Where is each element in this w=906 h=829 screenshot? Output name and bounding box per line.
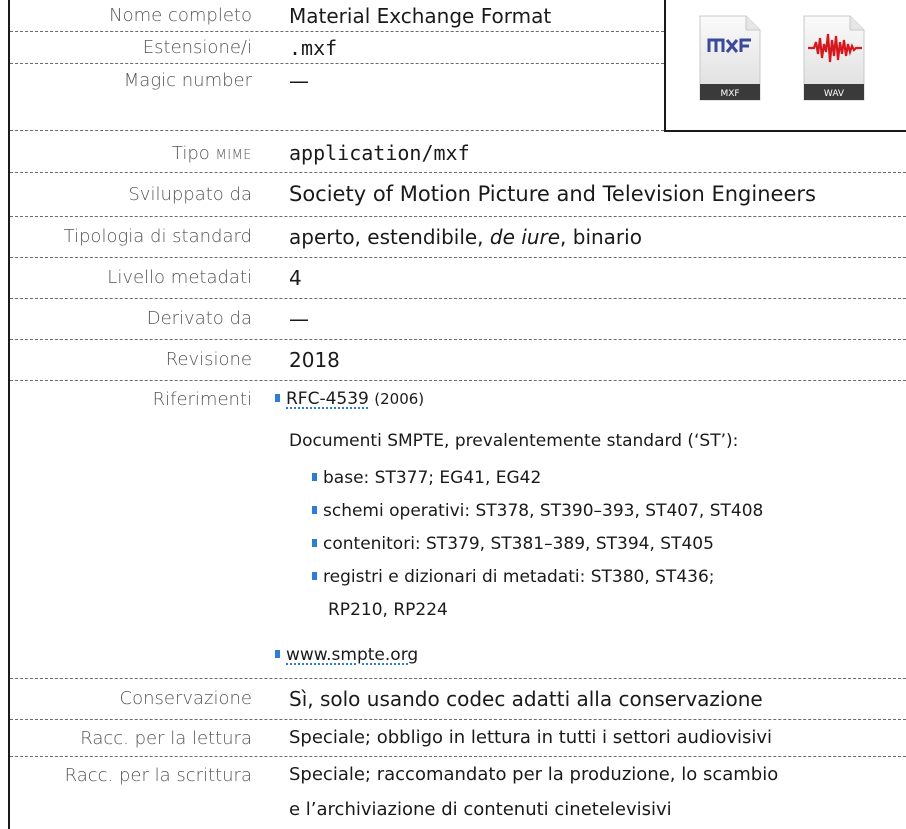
- row-sviluppato-da: Sviluppato da Society of Motion Picture …: [10, 173, 906, 217]
- row-racc-lettura: Racc. per la lettura Speciale; obbligo i…: [10, 720, 906, 757]
- row-nome-completo: Nome completo Material Exchange Format: [10, 0, 664, 32]
- row-magic-number: Magic number —: [10, 64, 664, 128]
- format-icons-box: MXF WAV: [664, 0, 906, 132]
- ref-item-registri: registri e dizionari di metadati: ST380,…: [312, 567, 715, 587]
- row-tipologia: Tipologia di standard aperto, estendibil…: [10, 217, 906, 258]
- ref-item-schemi: schemi operativi: ST378, ST390–393, ST40…: [312, 501, 763, 521]
- ref-item-contenitori: contenitori: ST379, ST381–389, ST394, ST…: [312, 534, 714, 554]
- value-magic-number: —: [289, 69, 309, 93]
- mxf-file-icon: MXF: [699, 15, 761, 101]
- ref-item-base: base: ST377; EG41, EG42: [312, 468, 541, 488]
- value-livello-metadati: 4: [289, 266, 302, 290]
- label-tipo-mime: Tipo MIME: [171, 143, 252, 164]
- value-racc-scrittura-1: Speciale; raccomandato per la produzione…: [289, 764, 779, 785]
- row-racc-scrittura: Racc. per la scrittura Speciale; raccoma…: [10, 757, 906, 829]
- label-derivato-da: Derivato da: [146, 308, 252, 329]
- label-livello-metadati: Livello metadati: [107, 267, 252, 288]
- bullet-icon: [312, 506, 317, 514]
- bullet-icon: [275, 394, 280, 402]
- svg-text:MXF: MXF: [720, 89, 739, 99]
- row-derivato-da: Derivato da —: [10, 299, 906, 340]
- label-sviluppato-da: Sviluppato da: [128, 184, 252, 205]
- value-racc-scrittura-2: e l’archiviazione di contenuti cinetelev…: [289, 799, 672, 820]
- label-revisione: Revisione: [165, 349, 252, 370]
- rfc-4539-link[interactable]: RFC-4539: [286, 389, 369, 409]
- bullet-icon: [312, 572, 317, 580]
- value-sviluppato-da: Society of Motion Picture and Television…: [289, 182, 816, 206]
- label-riferimenti: Riferimenti: [152, 389, 252, 410]
- format-info-table: Nome completo Material Exchange Format E…: [0, 0, 906, 829]
- label-nome-completo: Nome completo: [109, 5, 252, 26]
- value-revisione: 2018: [289, 348, 340, 372]
- smpte-site-link[interactable]: www.smpte.org: [286, 645, 418, 665]
- value-tipo-mime: application/mxf: [289, 141, 470, 165]
- bullet-icon: [312, 473, 317, 481]
- row-livello-metadati: Livello metadati 4: [10, 258, 906, 299]
- label-conservazione: Conservazione: [119, 688, 252, 709]
- row-conservazione: Conservazione Sì, solo usando codec adat…: [10, 679, 906, 720]
- svg-text:WAV: WAV: [824, 89, 845, 99]
- value-conservazione: Sì, solo usando codec adatti alla conser…: [289, 687, 763, 711]
- label-tipologia: Tipologia di standard: [63, 226, 252, 247]
- ref-rfc: RFC-4539 (2006): [275, 389, 424, 409]
- wav-file-icon: WAV: [803, 15, 865, 101]
- value-racc-lettura: Speciale; obbligo in lettura in tutti i …: [289, 727, 773, 748]
- value-estensione: .mxf: [289, 36, 338, 60]
- ref-item-registri-cont: RP210, RP224: [328, 600, 448, 620]
- row-tipo-mime: Tipo MIME application/mxf: [10, 131, 906, 173]
- bullet-icon: [275, 650, 280, 658]
- row-revisione: Revisione 2018: [10, 340, 906, 381]
- label-racc-scrittura: Racc. per la scrittura: [64, 765, 252, 786]
- bullet-icon: [312, 539, 317, 547]
- label-racc-lettura: Racc. per la lettura: [80, 728, 252, 749]
- ref-site: www.smpte.org: [275, 645, 418, 665]
- ref-doc-intro: Documenti SMPTE, prevalentemente standar…: [289, 431, 739, 451]
- label-magic-number: Magic number: [123, 70, 252, 91]
- label-estensione: Estensione/i: [142, 37, 252, 58]
- value-derivato-da: —: [289, 307, 309, 331]
- value-nome-completo: Material Exchange Format: [289, 4, 552, 28]
- row-riferimenti: Riferimenti RFC-4539 (2006) Documenti SM…: [10, 381, 906, 679]
- row-estensione: Estensione/i .mxf: [10, 32, 664, 64]
- value-tipologia: aperto, estendibile, de iure, binario: [289, 225, 642, 249]
